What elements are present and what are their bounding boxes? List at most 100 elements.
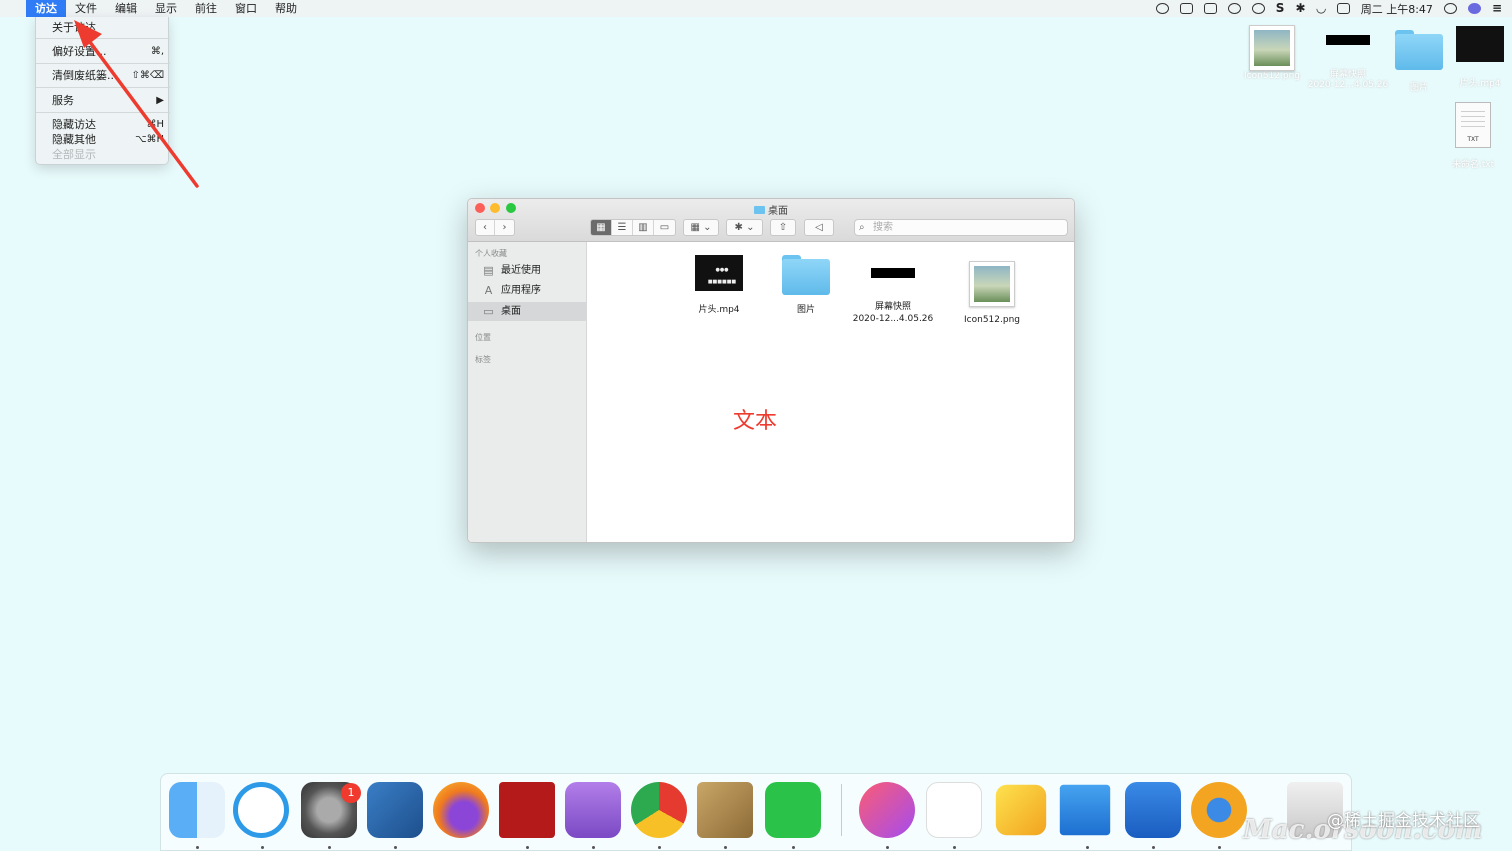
group-by-icon[interactable]: ▦ ⌄ [683, 219, 719, 236]
file-name: 2020-12...4.05.26 [852, 314, 934, 324]
search-placeholder: 搜索 [873, 222, 893, 233]
video-thumbnail: ●●● ■■■■■■ [695, 255, 743, 291]
dock-separator [841, 784, 842, 836]
sidebar-header-tags[interactable]: 标签 [475, 354, 491, 365]
search-field[interactable]: ⌕ 搜索 [854, 219, 1068, 236]
search-icon: ⌕ [859, 222, 865, 233]
camtasia-app-icon[interactable] [1191, 782, 1247, 838]
folder-icon [754, 206, 765, 214]
file-name: 屏幕快照 [874, 302, 911, 312]
sidebar-item-recents[interactable]: ▤ 最近使用 [468, 261, 586, 280]
running-indicator [526, 846, 529, 849]
forward-icon[interactable]: › [495, 220, 514, 235]
dock: 1 [160, 773, 1352, 851]
sidebar-item-label: 桌面 [501, 306, 521, 317]
menu-bar: 访达 文件 编辑 显示 前往 窗口 帮助 S ✱ ◡ 周二 上午8:47 ≡ [0, 0, 1512, 17]
wechat-app-icon[interactable] [765, 782, 821, 838]
file-type-badge: TXT [1467, 136, 1479, 143]
spotlight-icon[interactable] [1443, 3, 1457, 14]
wps-app-icon[interactable] [1059, 784, 1111, 836]
file-item-pictures[interactable]: 图片 [774, 255, 838, 316]
sidebar-item-label: 最近使用 [501, 265, 541, 276]
wechat-tray-icon[interactable] [1251, 3, 1265, 14]
desktop-icon-pictures-folder[interactable]: 图片 [1392, 30, 1446, 93]
filezilla-app-icon[interactable] [499, 782, 555, 838]
finder-app-icon[interactable] [169, 782, 225, 838]
cloud-sync-icon[interactable] [1155, 3, 1169, 14]
music-app-icon[interactable] [859, 782, 915, 838]
sketch-app-icon[interactable] [995, 784, 1047, 836]
menu-window[interactable]: 窗口 [226, 0, 266, 17]
menu-go[interactable]: 前往 [186, 0, 226, 17]
desktop-icon-icon512[interactable]: Icon512.png [1238, 25, 1306, 81]
view-mode-segment: ▦ ☰ ▥ ▭ [590, 219, 676, 236]
notification-badge: 1 [341, 783, 361, 803]
folder-icon [1395, 30, 1443, 70]
notification-center-icon[interactable]: ≡ [1492, 2, 1502, 14]
file-item-screenshot[interactable]: 屏幕快照 2020-12...4.05.26 [848, 255, 938, 325]
sidebar-header-locations[interactable]: 位置 [475, 332, 491, 343]
finder-toolbar: 桌面 ‹ › ▦ ☰ ▥ ▭ ▦ ⌄ ✱ ⌄ ⇧ ◁ ⌕ 搜索 [468, 199, 1074, 242]
instruments-app-icon[interactable] [367, 782, 423, 838]
sidebar-item-desktop[interactable]: ▭ 桌面 [468, 302, 586, 321]
applications-icon: A [484, 284, 493, 297]
finder-sidebar: 个人收藏 ▤ 最近使用 A 应用程序 ▭ 桌面 位置 标签 [468, 242, 587, 542]
file-item-icon512[interactable]: Icon512.png [958, 261, 1026, 326]
scrivener-tray-icon[interactable]: S [1276, 2, 1285, 14]
clock[interactable]: 周二 上午8:47 [1361, 1, 1433, 17]
siri-icon[interactable] [1467, 3, 1481, 14]
list-view-icon[interactable]: ☰ [612, 220, 633, 235]
desktop-icon-txt[interactable]: TXT 未命名.txt [1448, 102, 1498, 170]
firefox-app-icon[interactable] [433, 782, 489, 838]
running-indicator [1086, 846, 1089, 849]
back-icon[interactable]: ‹ [476, 220, 495, 235]
qq-tray-icon[interactable] [1227, 3, 1241, 14]
share-icon[interactable]: ⇧ [770, 219, 796, 236]
window-icon[interactable] [1179, 3, 1193, 14]
running-indicator [658, 846, 661, 849]
window-title: 桌面 [468, 202, 1074, 217]
menu-edit[interactable]: 编辑 [106, 0, 146, 17]
menu-help[interactable]: 帮助 [266, 0, 306, 17]
file-item-intro-mp4[interactable]: ●●● ■■■■■■ 片头.mp4 [686, 255, 752, 316]
baidu-netdisk-app-icon[interactable] [926, 782, 982, 838]
desktop-icon-intro-mp4[interactable]: 片头.mp4 [1452, 26, 1508, 89]
icon-view-icon[interactable]: ▦ [591, 220, 612, 235]
qq-app-icon[interactable] [233, 782, 289, 838]
screenshot-thumbnail [871, 268, 915, 278]
sidebar-header-favorites: 个人收藏 [475, 249, 507, 258]
finder-window: 桌面 ‹ › ▦ ☰ ▥ ▭ ▦ ⌄ ✱ ⌄ ⇧ ◁ ⌕ 搜索 个人收藏 ▤ 最近使… [467, 198, 1075, 543]
column-view-icon[interactable]: ▥ [633, 220, 654, 235]
menu-finder[interactable]: 访达 [26, 0, 66, 17]
desktop-icon-screenshot[interactable]: 屏幕快照 2020-12...4.05.26 [1300, 35, 1396, 90]
desktop-icon: ▭ [483, 305, 494, 318]
tag-icon[interactable]: ◁ [804, 219, 834, 236]
bluetooth-icon[interactable]: ✱ [1295, 2, 1305, 14]
running-indicator [1218, 846, 1221, 849]
text-file-icon: TXT [1455, 102, 1491, 148]
window-title-text: 桌面 [768, 206, 788, 217]
screenshot-thumbnail [1326, 35, 1370, 45]
june-notebook-app-icon[interactable] [697, 782, 753, 838]
folder-icon [782, 255, 830, 295]
chrome-app-icon[interactable] [631, 782, 687, 838]
gallery-view-icon[interactable]: ▭ [654, 220, 675, 235]
action-gear-icon[interactable]: ✱ ⌄ [726, 219, 763, 236]
menu-file[interactable]: 文件 [66, 0, 106, 17]
desktop-icon-label: 片头.mp4 [1459, 79, 1501, 89]
downie-app-icon[interactable] [565, 782, 621, 838]
image-thumbnail [969, 261, 1015, 307]
image-thumbnail [1249, 25, 1295, 71]
file-name: Icon512.png [964, 315, 1020, 325]
desktop-icon-label: 未命名.txt [1451, 160, 1495, 170]
running-indicator [792, 846, 795, 849]
scrivener-app-icon[interactable] [1125, 782, 1181, 838]
running-indicator [724, 846, 727, 849]
wifi-icon[interactable]: ◡ [1317, 2, 1326, 14]
menu-view[interactable]: 显示 [146, 0, 186, 17]
sidebar-item-applications[interactable]: A 应用程序 [468, 281, 586, 300]
sidebar-item-label: 应用程序 [501, 285, 541, 296]
cat-icon[interactable] [1203, 3, 1217, 14]
file-name: 片头.mp4 [698, 305, 740, 315]
input-method-icon[interactable] [1336, 3, 1350, 14]
